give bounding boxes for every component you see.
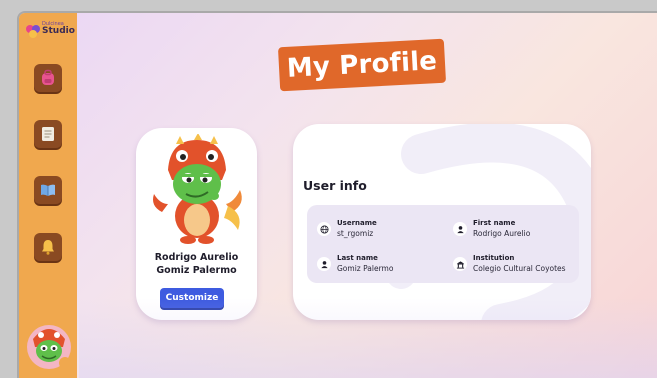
sidebar-item-notes[interactable] [34, 120, 62, 148]
school-icon [456, 260, 464, 269]
sidebar-item-backpack[interactable] [34, 64, 62, 92]
document-icon [42, 127, 54, 141]
user-info-title: User info [303, 178, 367, 193]
field-label: Institution [473, 254, 515, 262]
customize-button[interactable]: Customize [160, 288, 224, 308]
brand-name: Studio [42, 26, 75, 36]
sidebar: Dulcinea Studio [19, 13, 77, 378]
field-username: Username st_rgomiz [317, 219, 447, 245]
person-icon [320, 260, 328, 268]
user-info-card: User info Username st_rgomiz First name … [293, 124, 591, 320]
sidebar-item-notifications[interactable] [34, 233, 62, 261]
field-institution: Institution Colegio Cultural Coyotes [453, 254, 583, 280]
dragon-avatar [153, 134, 242, 244]
field-value: Colegio Cultural Coyotes [473, 264, 566, 273]
page-title: My Profile [286, 46, 438, 84]
field-value: Rodrigo Aurelio [473, 229, 531, 238]
field-label: Last name [337, 254, 378, 262]
sidebar-item-library[interactable] [34, 176, 62, 204]
person-icon [456, 225, 464, 233]
profile-full-name: Rodrigo Aurelio Gomiz Palermo [154, 252, 239, 276]
globe-icon [319, 224, 329, 234]
field-label: First name [473, 219, 516, 227]
field-value: Gomiz Palermo [337, 264, 394, 273]
field-first-name: First name Rodrigo Aurelio [453, 219, 583, 245]
app-window: Dulcinea Studio My Profile Rodrigo Aurel… [17, 11, 657, 378]
field-label: Username [337, 219, 377, 227]
profile-card: Rodrigo Aurelio Gomiz Palermo Customize [136, 128, 257, 320]
brand-logo[interactable]: Dulcinea Studio [25, 21, 75, 41]
bell-icon [42, 240, 54, 255]
book-icon [41, 184, 55, 196]
user-avatar[interactable] [25, 317, 73, 373]
logo-mark-icon [26, 25, 40, 38]
user-info-panel: Username st_rgomiz First name Rodrigo Au… [307, 205, 579, 283]
page-title-banner: My Profile [277, 38, 447, 92]
field-value: st_rgomiz [337, 229, 374, 238]
backpack-icon [42, 69, 54, 85]
field-last-name: Last name Gomiz Palermo [317, 254, 447, 280]
